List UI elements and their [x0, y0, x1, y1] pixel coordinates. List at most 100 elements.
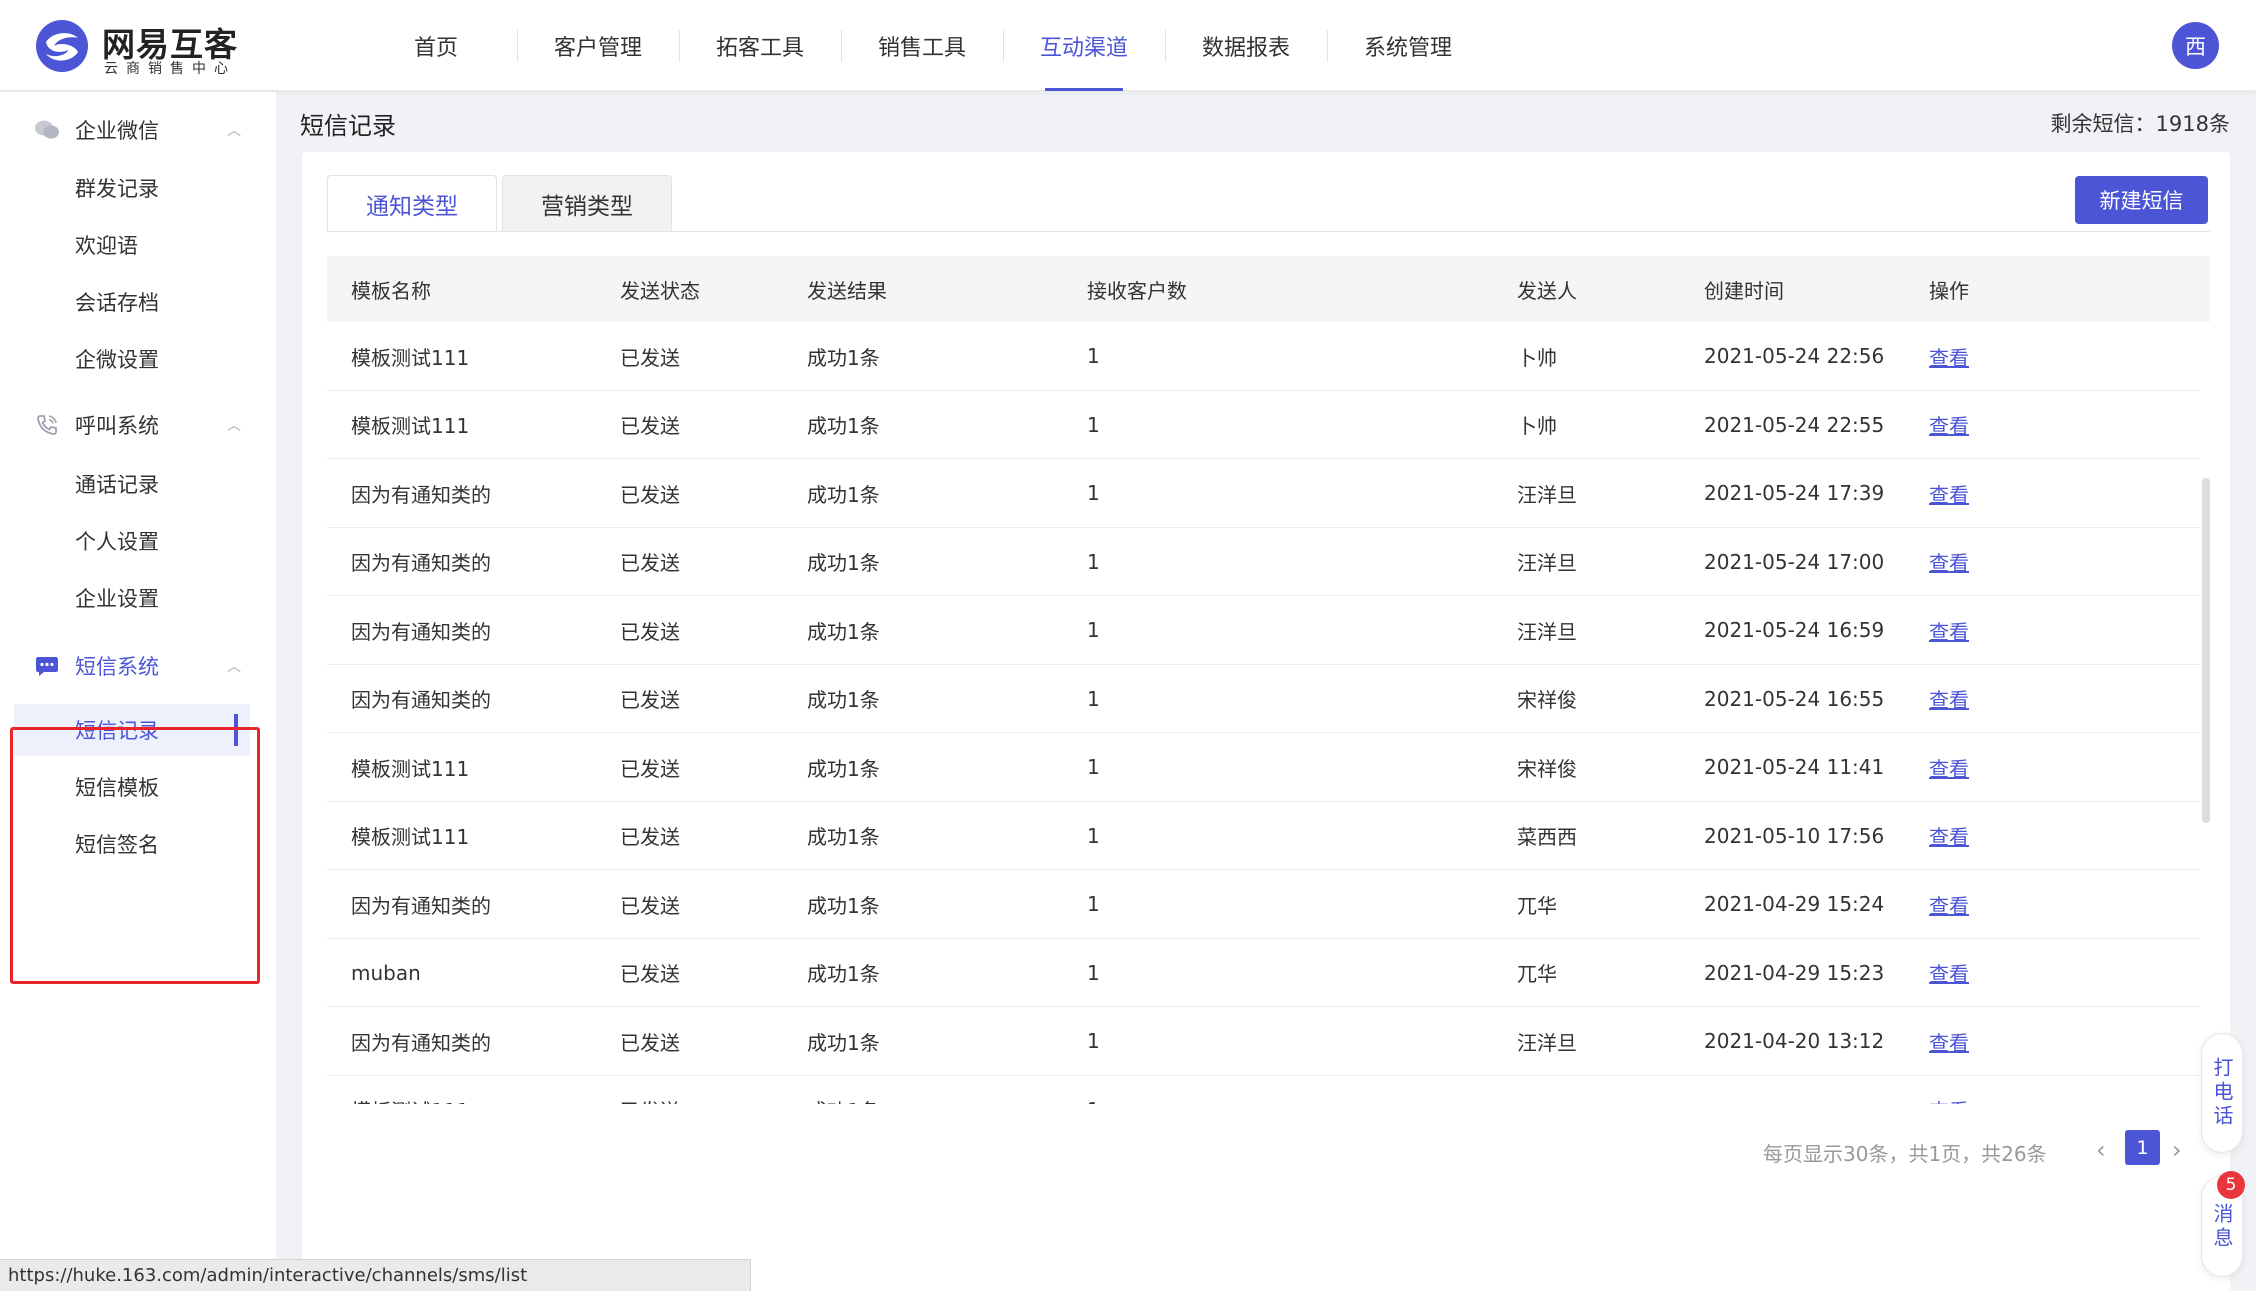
cell-send-result: 成功1条	[807, 893, 880, 918]
cell-sender: 汪洋旦	[1517, 1030, 1577, 1055]
cell-template-name: 因为有通知类的	[351, 619, 491, 644]
view-link[interactable]: 查看	[1929, 1007, 1969, 1075]
sidebar-group-call-system[interactable]: 呼叫系统 ︿	[0, 397, 276, 453]
cell-recipient-count: 1	[1087, 686, 1100, 711]
content-card: 通知类型 营销类型 新建短信 模板名称 发送状态 发送结果 接收客户数 发送人 …	[302, 152, 2230, 1291]
pagination-summary: 每页显示30条，共1页，共26条	[1763, 1142, 2047, 1166]
cell-created-time: 2021-05-24 11:41	[1704, 755, 1885, 779]
table-row: 因为有通知类的 已发送 成功1条 1 汪洋旦 2021-04-20 13:12 查看	[327, 1007, 2200, 1076]
view-link[interactable]: 查看	[1929, 596, 1969, 664]
table-row: 因为有通知类的 已发送 成功1条 1 兀华 2021-04-29 15:24 查看	[327, 870, 2200, 939]
column-header-template-name: 模板名称	[351, 278, 431, 303]
nav-interactive-channels[interactable]: 互动渠道	[1003, 0, 1165, 91]
cell-template-name: 因为有通知类的	[351, 482, 491, 507]
cell-created-time: 2021-05-24 17:39	[1704, 481, 1885, 505]
cell-recipient-count: 1	[1087, 481, 1100, 505]
status-bar-url: https://huke.163.com/admin/interactive/c…	[0, 1259, 751, 1291]
cell-send-status: 已发送	[620, 482, 680, 507]
view-link[interactable]: 查看	[1929, 870, 1969, 938]
message-count-badge: 5	[2217, 1171, 2245, 1199]
call-float-button[interactable]: 打电话	[2201, 1033, 2243, 1153]
sidebar-item-call-records[interactable]: 通话记录	[14, 458, 250, 510]
sidebar-item-broadcast-records[interactable]: 群发记录	[14, 162, 250, 214]
new-sms-button[interactable]: 新建短信	[2075, 176, 2208, 224]
table-row: 模板测试111 已发送 成功1条 1 卜帅 2021-05-24 22:56 查看	[327, 322, 2200, 391]
sidebar-item-sms-records[interactable]: 短信记录	[14, 704, 250, 756]
tabs-divider	[327, 231, 2210, 232]
sidebar-item-wework-settings[interactable]: 企微设置	[14, 333, 250, 385]
cell-template-name: 因为有通知类的	[351, 893, 491, 918]
pagination-next-button[interactable]: ›	[2172, 1136, 2182, 1164]
tab-notification-type[interactable]: 通知类型	[327, 175, 497, 232]
nav-prospecting-tools[interactable]: 拓客工具	[679, 0, 841, 91]
sidebar-item-sms-templates[interactable]: 短信模板	[14, 761, 250, 813]
cell-sender: 汪洋旦	[1517, 482, 1577, 507]
wechat-work-icon	[34, 117, 60, 143]
column-header-created-time: 创建时间	[1704, 278, 1784, 303]
cell-sender: 宋祥俊	[1517, 688, 1577, 712]
cell-created-time: 2021-04-29 15:23	[1704, 960, 1885, 985]
top-navbar: 网易互客 云商销售中心 首页 客户管理 拓客工具 销售工具 互动渠道 数据报表 …	[0, 0, 2256, 91]
sidebar: 企业微信 ︿ 群发记录 欢迎语 会话存档 企微设置 呼叫系统 ︿ 通话记录 个人…	[0, 92, 276, 1291]
cell-send-status: 已发送	[620, 551, 680, 575]
main-nav: 首页 客户管理 拓客工具 销售工具 互动渠道 数据报表 系统管理	[355, 0, 1489, 91]
cell-send-status: 已发送	[620, 1076, 680, 1104]
cell-recipient-count: 1	[1087, 823, 1100, 848]
pagination-page-1[interactable]: 1	[2125, 1130, 2160, 1165]
table-row: 因为有通知类的 已发送 成功1条 1 汪洋旦 2021-05-24 16:59 查看	[327, 596, 2200, 665]
cell-recipient-count: 1	[1087, 960, 1100, 985]
sidebar-item-enterprise-settings[interactable]: 企业设置	[14, 572, 250, 624]
column-header-send-result: 发送结果	[807, 278, 887, 303]
table-row: 模板测试111 已发送 成功1条 1 宋祥俊 2021-05-24 11:41 查看	[327, 733, 2200, 802]
sidebar-group-wechat-work[interactable]: 企业微信 ︿	[0, 102, 276, 158]
view-link[interactable]: 查看	[1929, 665, 1969, 733]
cell-send-result: 成功1条	[807, 1076, 880, 1104]
view-link[interactable]: 查看	[1929, 322, 1969, 390]
sidebar-group-label: 企业微信	[75, 119, 159, 143]
sidebar-item-welcome-message[interactable]: 欢迎语	[14, 219, 250, 271]
column-header-send-status: 发送状态	[620, 278, 700, 303]
view-link[interactable]: 查看	[1929, 391, 1969, 459]
table-row: 模板测试111 已发送 成功1条 1 菜西西 2021-05-10 17:56 查看	[327, 802, 2200, 870]
cell-send-result: 成功1条	[807, 619, 880, 644]
table-body: 模板测试111 已发送 成功1条 1 卜帅 2021-05-24 22:56 查看 模板测试1…	[327, 322, 2200, 1104]
view-link[interactable]: 查看	[1929, 939, 1969, 1007]
cell-send-result: 成功1条	[807, 414, 880, 438]
cell-recipient-count: 1	[1087, 618, 1100, 642]
cell-template-name: 模板测试111	[351, 1076, 469, 1104]
view-link[interactable]: 查看	[1929, 528, 1969, 596]
cell-template-name: 模板测试111	[351, 345, 470, 370]
nav-sales-tools[interactable]: 销售工具	[841, 0, 1003, 91]
pagination-prev-button[interactable]: ‹	[2096, 1136, 2106, 1164]
logo[interactable]: 网易互客 云商销售中心	[34, 16, 254, 77]
nav-customer-management[interactable]: 客户管理	[517, 0, 679, 91]
view-link[interactable]: 查看	[1929, 733, 1969, 801]
cell-sender: 卜帅	[1517, 414, 1557, 438]
sidebar-item-chat-archive[interactable]: 会话存档	[14, 276, 250, 328]
nav-data-reports[interactable]: 数据报表	[1165, 0, 1327, 91]
column-header-recipient-count: 接收客户数	[1087, 278, 1187, 303]
view-link[interactable]: 查看	[1929, 802, 1969, 870]
sidebar-item-personal-settings[interactable]: 个人设置	[14, 515, 250, 567]
cell-sender: 兀华	[1517, 962, 1557, 986]
cell-created-time: 2021-05-24 22:56	[1704, 344, 1885, 368]
cell-created-time: 2021-05-24 16:55	[1704, 686, 1885, 711]
cell-recipient-count: 1	[1087, 549, 1100, 574]
table-scrollbar[interactable]	[2202, 478, 2210, 823]
sidebar-group-sms-system[interactable]: 短信系统 ︿	[0, 638, 276, 694]
view-link[interactable]: 查看	[1929, 1076, 1969, 1104]
cell-template-name: muban	[351, 960, 421, 985]
nav-home[interactable]: 首页	[355, 0, 517, 91]
logo-icon	[36, 20, 88, 72]
view-link[interactable]: 查看	[1929, 459, 1969, 527]
nav-system-management[interactable]: 系统管理	[1327, 0, 1489, 91]
cell-created-time: 2021-05-10 17:56	[1704, 823, 1885, 848]
tab-marketing-type[interactable]: 营销类型	[502, 175, 672, 232]
cell-send-result: 成功1条	[807, 962, 880, 986]
chevron-up-icon: ︿	[227, 659, 241, 675]
cell-send-status: 已发送	[620, 756, 680, 781]
cell-recipient-count: 1	[1087, 892, 1100, 916]
avatar[interactable]: 西	[2172, 22, 2219, 69]
sidebar-item-sms-signatures[interactable]: 短信签名	[14, 818, 250, 870]
cell-template-name: 因为有通知类的	[351, 551, 491, 575]
